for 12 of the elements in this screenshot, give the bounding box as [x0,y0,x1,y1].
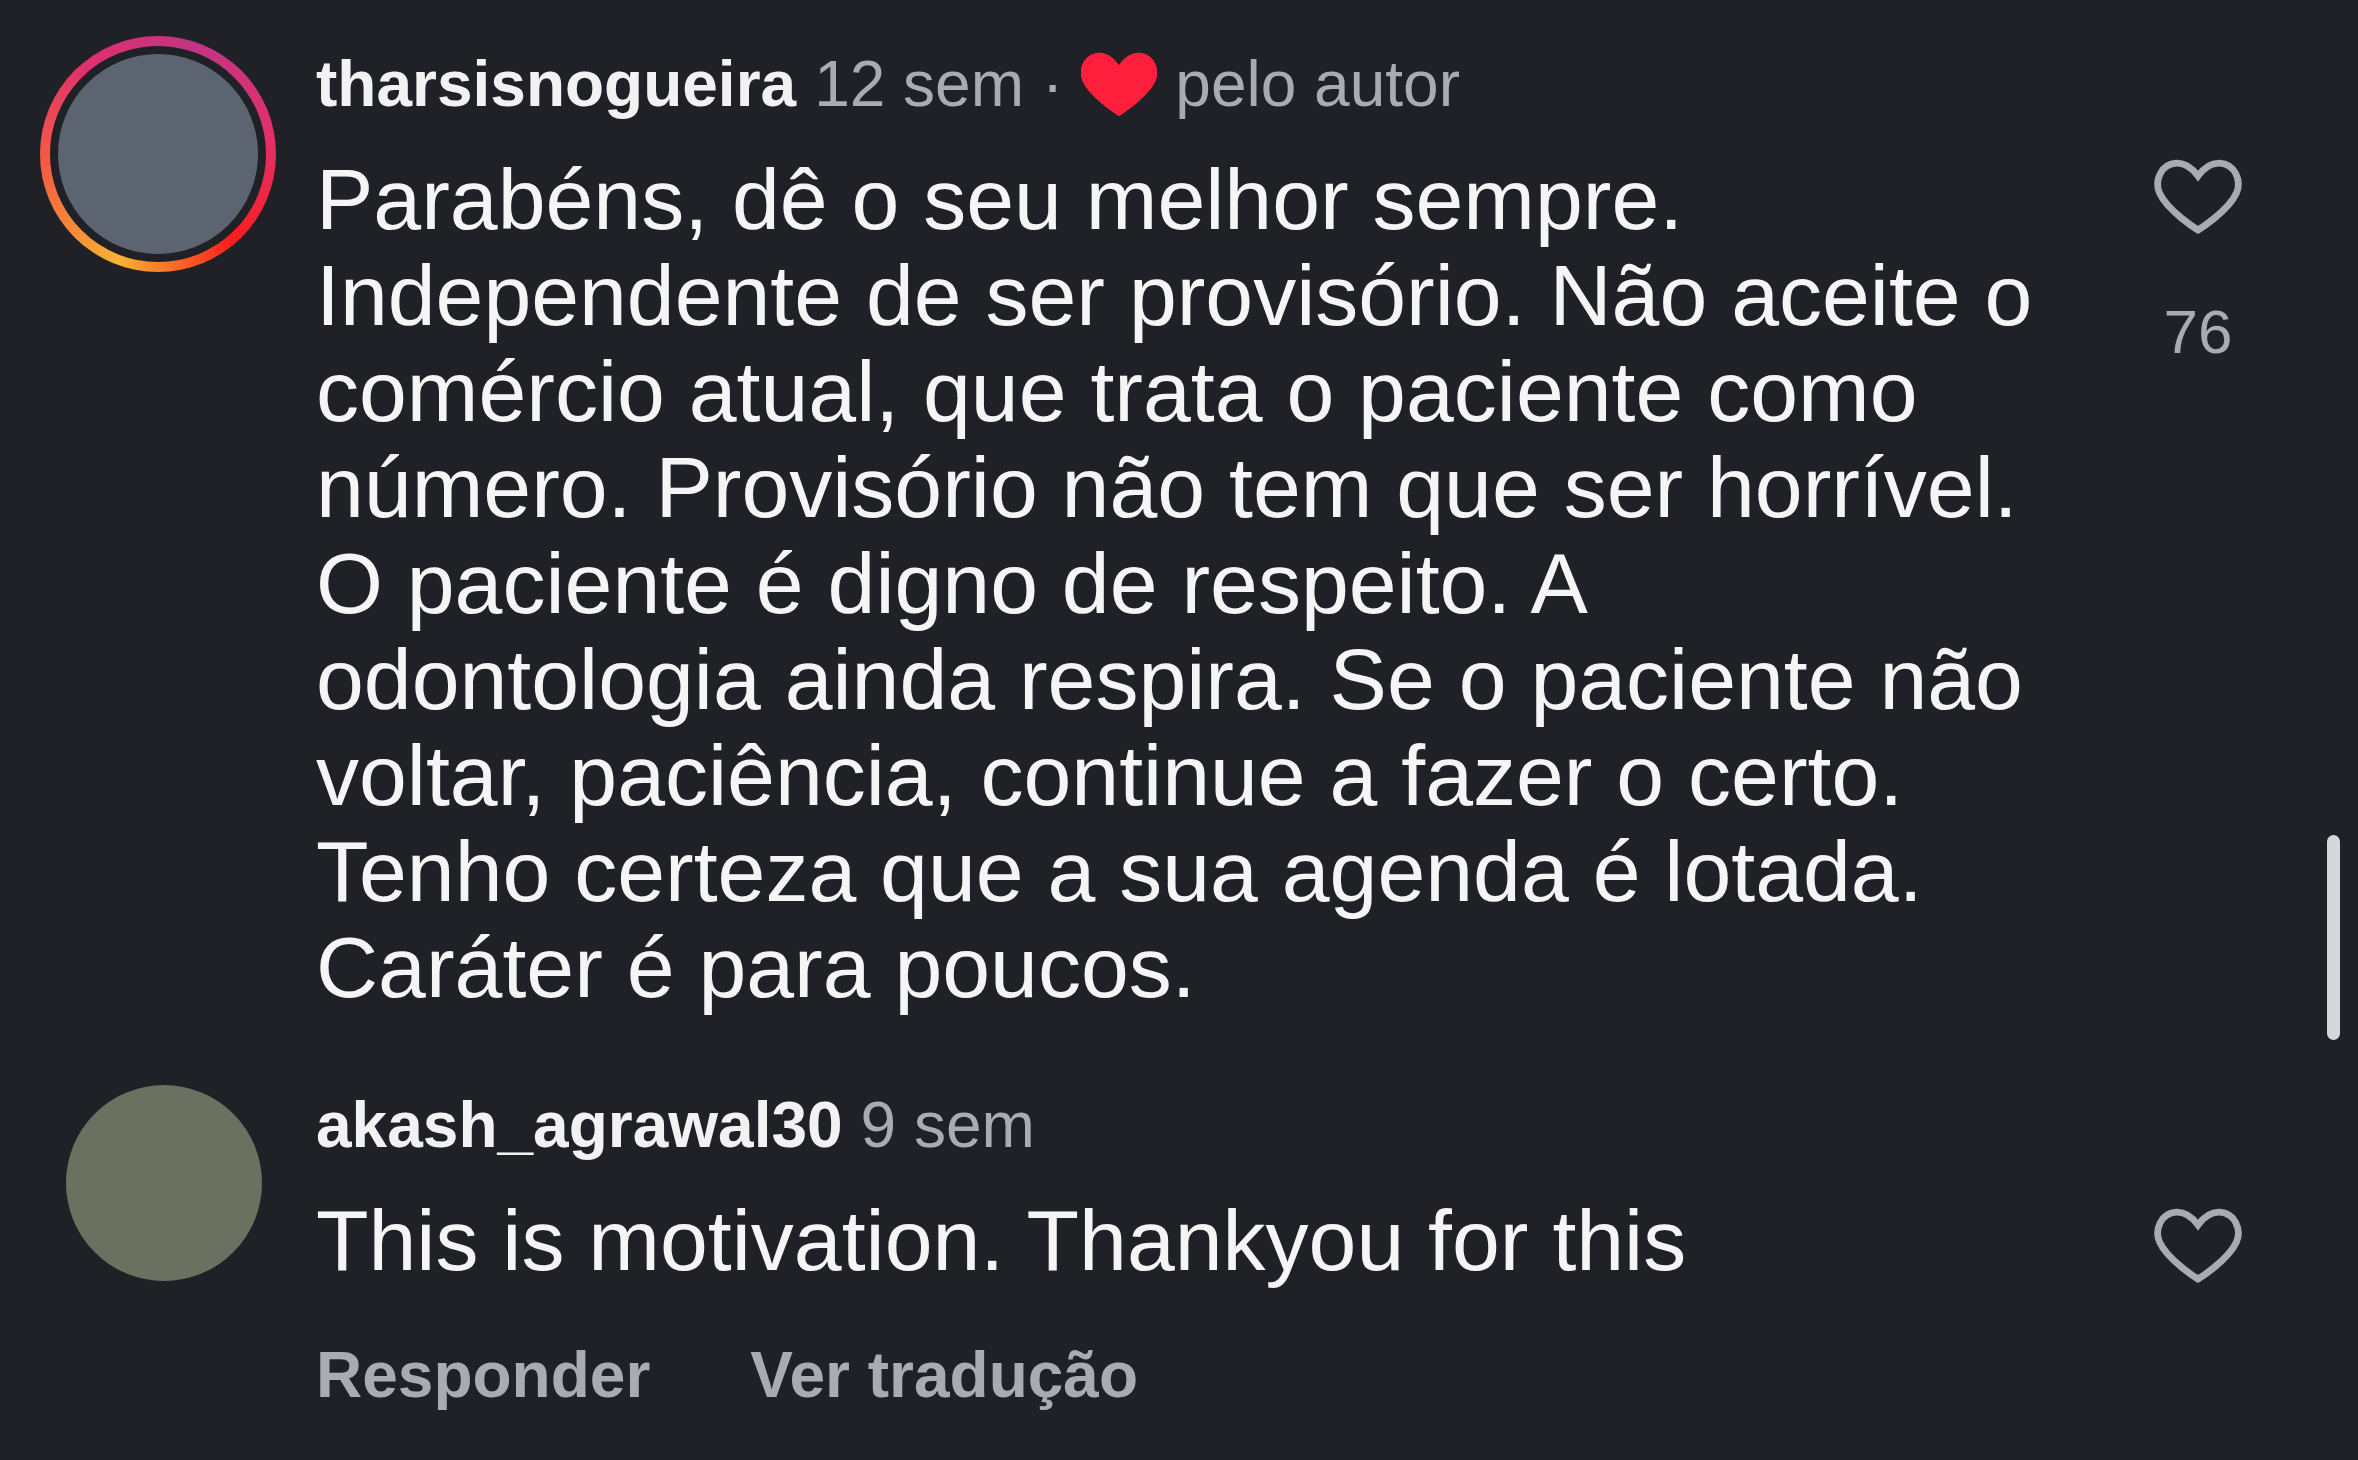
comment-time: 9 sem [860,1088,1035,1162]
comment-action-link[interactable]: Ver tradução [750,1335,1138,1415]
comment-text: Parabéns, dê o seu melhor sempre. Independente de ser provisório. Não aceite o comércio atual, que trata o paciente como número. Provisório não tem que ser horrível. O paciente é digno de respeito. A odontologia ainda respira. Se o paciente não voltar, paciência, continue a fazer o certo. Tenho certeza que a sua agenda é lotada. Caráter é para poucos. [316,151,2034,1015]
comment-text: This is motivation. Thankyou for this [316,1192,1688,1288]
comment-time: 12 sem [814,47,1024,121]
separator: · [1042,47,1064,121]
comment-action-link[interactable]: Responder [316,1335,651,1415]
scrollbar-thumb[interactable] [2327,835,2340,1040]
username[interactable]: akash_agrawal30 [316,1088,843,1162]
like-count: 76 [2163,296,2233,368]
username[interactable]: tharsisnogueira [316,47,797,121]
liked-by-author-label: pelo autor [1175,47,1460,121]
